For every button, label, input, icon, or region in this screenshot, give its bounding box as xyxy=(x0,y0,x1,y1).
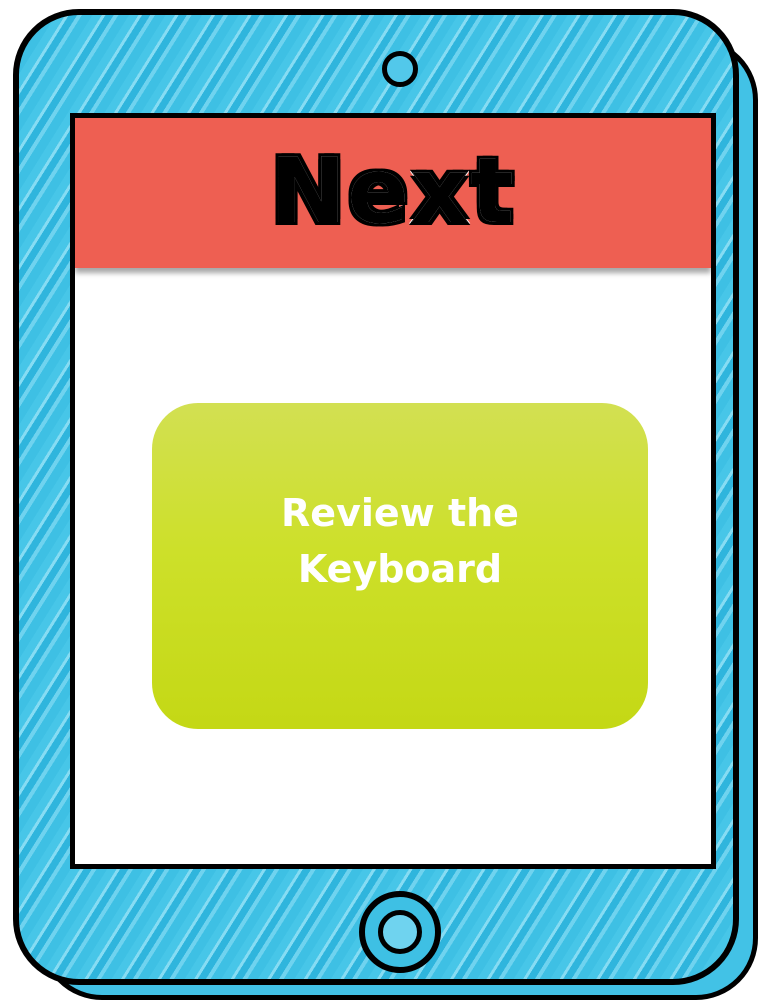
page-title: Next xyxy=(269,137,516,245)
review-keyboard-button[interactable]: Review the Keyboard xyxy=(152,403,648,729)
home-button-inner xyxy=(378,910,422,954)
review-keyboard-label: Review the Keyboard xyxy=(281,491,519,591)
tablet-frame: Next Review the Keyboard xyxy=(13,9,739,985)
tablet-illustration: Next Review the Keyboard xyxy=(0,0,769,1008)
header-band: Next xyxy=(75,118,711,268)
home-button-icon[interactable] xyxy=(359,891,441,973)
camera-icon xyxy=(382,51,418,87)
tablet-screen: Next Review the Keyboard xyxy=(70,113,716,869)
